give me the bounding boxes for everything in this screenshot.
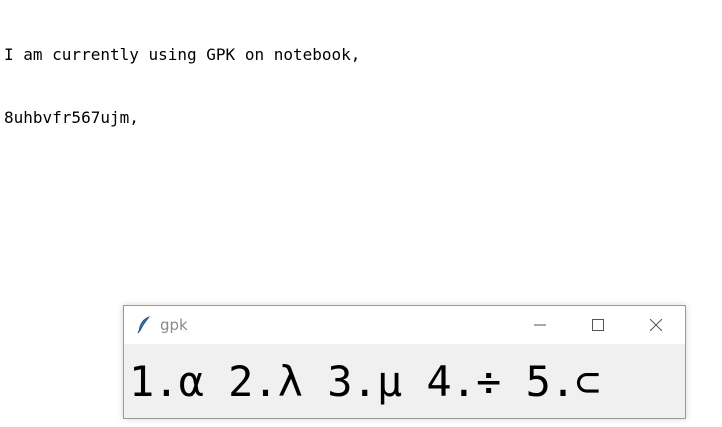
gpk-window: gpk 1.α 2.λ 3.μ 4.÷ 5.⊂ (123, 305, 686, 419)
window-titlebar[interactable]: gpk (124, 306, 685, 344)
window-title: gpk (160, 316, 188, 334)
editor-line-1: I am currently using GPK on notebook, (4, 45, 361, 64)
maximize-button[interactable] (569, 306, 627, 344)
minimize-icon (534, 324, 546, 326)
close-icon (650, 319, 662, 331)
maximize-icon (592, 319, 604, 331)
feather-icon (136, 316, 152, 334)
window-controls (511, 306, 685, 344)
candidate-bar: 1.α 2.λ 3.μ 4.÷ 5.⊂ (124, 344, 685, 418)
candidate-list[interactable]: 1.α 2.λ 3.μ 4.÷ 5.⊂ (129, 357, 600, 406)
text-editor[interactable]: I am currently using GPK on notebook, 8u… (4, 2, 704, 149)
minimize-button[interactable] (511, 306, 569, 344)
close-button[interactable] (627, 306, 685, 344)
editor-line-2: 8uhbvfr567ujm, (4, 108, 139, 127)
